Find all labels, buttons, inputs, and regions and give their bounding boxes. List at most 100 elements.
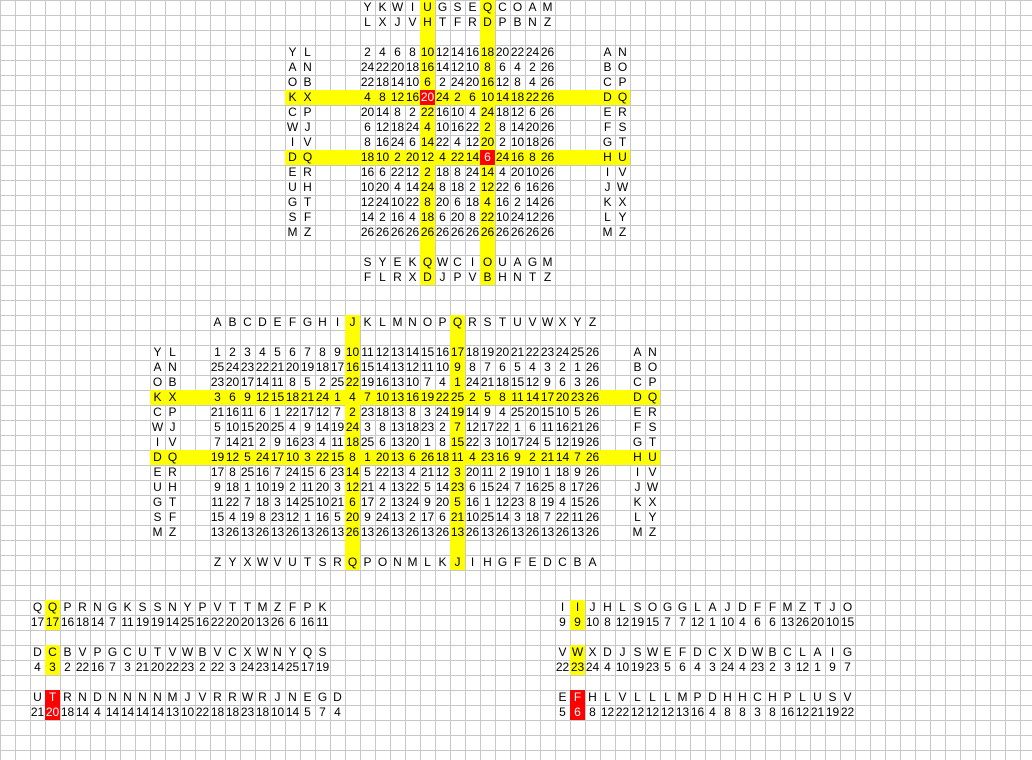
grid-cell[interactable]: F <box>300 210 315 225</box>
grid-cell[interactable]: Y <box>570 315 585 330</box>
grid-cell[interactable]: 14 <box>405 180 420 195</box>
grid-cell[interactable]: 11 <box>210 495 225 510</box>
grid-cell[interactable]: 16 <box>255 465 270 480</box>
grid-cell[interactable]: 12 <box>315 405 330 420</box>
grid-cell[interactable]: O <box>645 600 660 615</box>
grid-cell[interactable]: 6 <box>375 165 390 180</box>
grid-cell[interactable]: V <box>645 465 660 480</box>
grid-cell[interactable]: 19 <box>330 420 345 435</box>
highlighted-cell[interactable] <box>450 330 465 345</box>
grid-cell[interactable]: W <box>645 645 660 660</box>
highlighted-cell[interactable]: 16 <box>480 75 495 90</box>
grid-cell[interactable]: 26 <box>795 615 810 630</box>
grid-cell[interactable]: V <box>210 600 225 615</box>
grid-cell[interactable]: 22 <box>375 60 390 75</box>
grid-cell[interactable]: W <box>645 480 660 495</box>
highlighted-cell[interactable]: 15 <box>270 390 285 405</box>
grid-cell[interactable]: M <box>675 690 690 705</box>
grid-cell[interactable]: 14 <box>405 345 420 360</box>
grid-cell[interactable]: V <box>210 645 225 660</box>
grid-cell[interactable]: S <box>450 0 465 15</box>
grid-cell[interactable]: T <box>150 645 165 660</box>
grid-cell[interactable]: 13 <box>540 525 555 540</box>
grid-cell[interactable]: O <box>615 60 630 75</box>
grid-cell[interactable]: L <box>165 345 180 360</box>
grid-cell[interactable]: Z <box>540 15 555 30</box>
grid-cell[interactable]: 7 <box>420 375 435 390</box>
grid-cell[interactable]: 20 <box>510 165 525 180</box>
grid-cell[interactable]: 12 <box>525 375 540 390</box>
grid-cell[interactable]: 10 <box>465 510 480 525</box>
grid-cell[interactable]: 18 <box>75 615 90 630</box>
highlighted-cell[interactable]: 18 <box>480 45 495 60</box>
grid-cell[interactable]: 14 <box>435 480 450 495</box>
grid-cell[interactable]: 24 <box>465 375 480 390</box>
grid-cell[interactable]: 10 <box>495 435 510 450</box>
grid-cell[interactable]: M <box>540 255 555 270</box>
grid-cell[interactable]: 20 <box>360 105 375 120</box>
highlighted-cell[interactable] <box>615 450 630 465</box>
grid-cell[interactable]: 22 <box>405 480 420 495</box>
highlighted-cell[interactable]: 9 <box>240 390 255 405</box>
grid-cell[interactable]: 25 <box>570 345 585 360</box>
highlighted-cell[interactable]: 16 <box>345 360 360 375</box>
grid-cell[interactable]: 1 <box>210 345 225 360</box>
grid-cell[interactable]: I <box>600 165 615 180</box>
grid-cell[interactable]: 20 <box>225 375 240 390</box>
grid-cell[interactable]: R <box>210 690 225 705</box>
grid-cell[interactable]: 14 <box>285 705 300 720</box>
grid-cell[interactable]: X <box>405 270 420 285</box>
highlighted-cell[interactable]: 22 <box>315 450 330 465</box>
grid-cell[interactable]: 9 <box>570 465 585 480</box>
grid-cell[interactable]: 10 <box>225 420 240 435</box>
grid-cell[interactable]: A <box>705 600 720 615</box>
grid-cell[interactable]: H <box>315 315 330 330</box>
grid-cell[interactable]: 3 <box>480 435 495 450</box>
highlighted-cell[interactable]: 5 <box>240 450 255 465</box>
grid-cell[interactable]: 13 <box>165 705 180 720</box>
grid-cell[interactable]: N <box>90 600 105 615</box>
grid-cell[interactable]: 8 <box>585 705 600 720</box>
grid-cell[interactable]: 8 <box>405 45 420 60</box>
grid-cell[interactable]: K <box>360 315 375 330</box>
grid-cell[interactable]: 4 <box>375 480 390 495</box>
grid-cell[interactable]: R <box>60 690 75 705</box>
grid-cell[interactable]: J <box>600 180 615 195</box>
grid-cell[interactable]: 16 <box>360 165 375 180</box>
grid-cell[interactable]: V <box>270 555 285 570</box>
grid-cell[interactable]: 22 <box>255 360 270 375</box>
grid-cell[interactable]: 4 <box>735 660 750 675</box>
grid-cell[interactable]: R <box>465 15 480 30</box>
grid-cell[interactable]: 23 <box>330 465 345 480</box>
highlighted-cell[interactable]: 14 <box>345 465 360 480</box>
highlighted-cell[interactable]: 2 <box>390 150 405 165</box>
grid-cell[interactable]: 24 <box>405 495 420 510</box>
marked-cell[interactable]: 6 <box>570 705 585 720</box>
grid-cell[interactable]: C <box>600 75 615 90</box>
highlighted-cell[interactable]: 8 <box>345 450 360 465</box>
grid-cell[interactable]: N <box>75 690 90 705</box>
grid-cell[interactable]: O <box>510 0 525 15</box>
grid-cell[interactable]: L <box>360 15 375 30</box>
grid-cell[interactable]: 15 <box>645 615 660 630</box>
grid-cell[interactable]: 10 <box>360 180 375 195</box>
grid-cell[interactable]: X <box>645 495 660 510</box>
highlighted-cell[interactable] <box>180 450 195 465</box>
grid-cell[interactable]: 26 <box>525 225 540 240</box>
grid-cell[interactable]: 6 <box>510 180 525 195</box>
grid-cell[interactable]: L <box>615 600 630 615</box>
grid-cell[interactable]: G <box>435 0 450 15</box>
grid-cell[interactable]: E <box>270 315 285 330</box>
grid-cell[interactable]: 18 <box>525 135 540 150</box>
grid-cell[interactable]: 17 <box>510 435 525 450</box>
grid-cell[interactable]: 9 <box>360 510 375 525</box>
grid-cell[interactable]: N <box>135 690 150 705</box>
grid-cell[interactable]: 13 <box>390 495 405 510</box>
grid-cell[interactable]: 7 <box>315 705 330 720</box>
grid-cell[interactable]: 20 <box>495 45 510 60</box>
grid-cell[interactable]: 3 <box>420 405 435 420</box>
grid-cell[interactable]: 16 <box>495 195 510 210</box>
grid-cell[interactable]: X <box>375 15 390 30</box>
marked-cell[interactable]: F <box>570 690 585 705</box>
grid-cell[interactable]: 23 <box>510 495 525 510</box>
